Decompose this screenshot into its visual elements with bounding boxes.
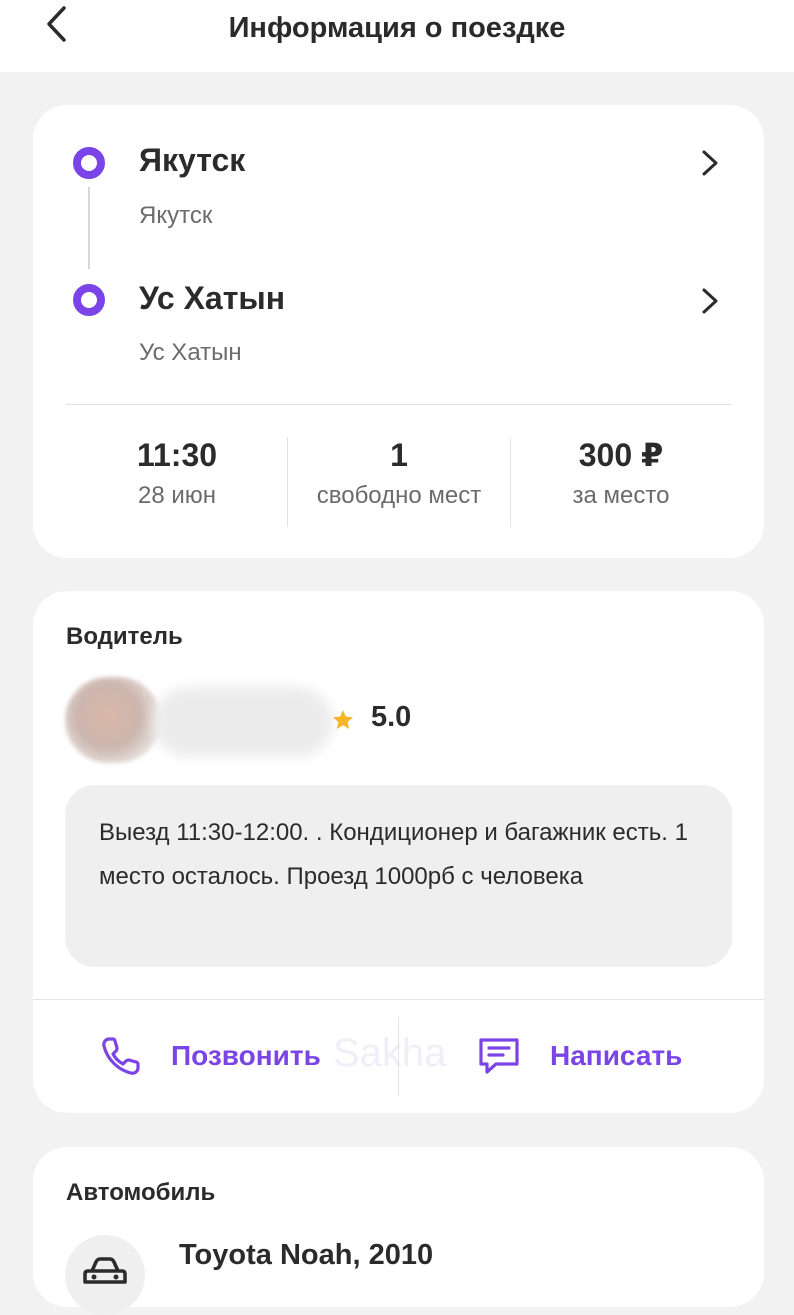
action-divider [398,1017,399,1097]
car-model: Toyota Noah, 2010 [179,1239,434,1271]
seats-count: 1 [390,437,408,473]
call-label: Позвонить [171,1040,321,1071]
driver-name-redacted [153,687,333,757]
driver-card: Водитель 5.0 Выезд 11:30-12:00. . Кондиц… [33,591,764,1113]
page-title: Информация о поездке [228,12,566,44]
route-divider [66,404,731,405]
price-label: за место [572,482,670,509]
message-button[interactable]: Написать [476,1021,682,1091]
origin-dot-icon [73,147,105,179]
call-button[interactable]: Позвонить [99,1021,321,1091]
destination-subtitle: Ус Хатын [139,339,242,366]
stat-seats: 1 свободно мест [288,435,510,511]
watermark: Sakha [333,1031,447,1075]
route-card: Якутск Якутск Ус Хатын Ус Хатын 11:30 28… [33,105,764,558]
star-icon [333,710,353,729]
departure-date: 28 июн [137,482,217,509]
driver-comment-box: Выезд 11:30-12:00. . Кондиционер и багаж… [65,785,732,967]
chevron-right-icon [702,288,718,314]
stop-to[interactable]: Ус Хатын Ус Хатын [33,268,764,378]
car-icon [83,1257,127,1284]
car-card: Автомобиль Toyota Noah, 2010 [33,1147,764,1315]
destination-dot-icon [73,284,105,316]
top-bar: Информация о поездке [0,0,794,72]
seats-label: свободно мест [316,482,482,509]
stat-departure: 11:30 28 июн [66,435,288,511]
destination-title: Ус Хатын [139,280,286,316]
message-label: Написать [550,1040,683,1071]
phone-icon [102,1037,140,1075]
stop-from[interactable]: Якутск Якутск [33,130,764,240]
driver-rating: 5.0 [371,701,412,733]
origin-title: Якутск [139,142,246,178]
departure-time: 11:30 [136,437,218,473]
stat-price: 300 ₽ за место [510,435,732,511]
price-value: 300 ₽ [578,437,664,473]
message-icon [479,1038,519,1074]
actions-divider [33,999,764,1000]
driver-section-title: Водитель [66,623,183,650]
origin-subtitle: Якутск [139,202,213,229]
driver-comment: Выезд 11:30-12:00. . Кондиционер и багаж… [99,819,688,890]
chevron-right-icon [702,150,718,176]
avatar[interactable] [65,677,161,763]
car-icon-container [65,1235,145,1315]
car-section-title: Автомобиль [66,1179,216,1206]
